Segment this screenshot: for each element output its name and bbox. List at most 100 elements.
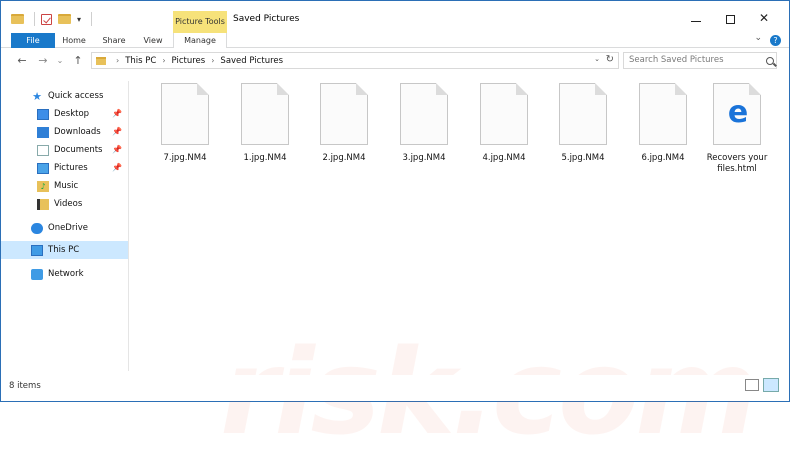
toolbar-divider: [34, 12, 35, 26]
breadcrumb-saved-pictures[interactable]: Saved Pictures: [220, 56, 283, 66]
search-input[interactable]: Search Saved Pictures: [623, 52, 777, 69]
sidebar-item-onedrive[interactable]: OneDrive: [1, 219, 128, 237]
sidebar-item-label: Desktop: [54, 109, 90, 119]
file-item[interactable]: 4.jpg.NM4: [465, 83, 543, 164]
file-name: 6.jpg.NM4: [641, 153, 685, 163]
folder-icon[interactable]: [11, 14, 24, 24]
chevron-right-icon[interactable]: ›: [116, 56, 119, 65]
tab-file[interactable]: File: [11, 33, 55, 48]
sidebar-item-label: OneDrive: [48, 223, 88, 233]
file-name: 4.jpg.NM4: [482, 153, 526, 163]
pin-icon[interactable]: 📌: [112, 123, 122, 141]
sidebar-item-network[interactable]: Network: [1, 265, 128, 283]
cloud-icon: [31, 222, 43, 234]
pin-icon[interactable]: 📌: [112, 159, 122, 177]
sidebar-item-desktop[interactable]: Desktop 📌: [1, 105, 128, 123]
title-bar: ▾ Picture Tools Saved Pictures ✕: [1, 1, 789, 33]
edge-logo-icon: e: [727, 95, 749, 130]
sidebar-item-label: Downloads: [54, 127, 101, 137]
tab-home[interactable]: Home: [55, 33, 93, 48]
search-icon[interactable]: [766, 57, 774, 65]
recent-locations-chevron-icon[interactable]: ⌄: [53, 53, 67, 69]
documents-icon: [37, 144, 49, 156]
downloads-icon: [37, 126, 49, 138]
sidebar-item-label: Videos: [54, 199, 83, 209]
folder-icon: [96, 56, 106, 65]
file-item[interactable]: 6.jpg.NM4: [624, 83, 702, 164]
ribbon-tabs: File Home Share View Manage ⌄ ?: [1, 33, 789, 48]
sidebar-item-label: Network: [48, 269, 84, 279]
close-icon: ✕: [758, 11, 770, 25]
desktop-icon: [37, 108, 49, 120]
up-arrow-icon[interactable]: ↑: [71, 53, 85, 69]
network-icon: [31, 268, 43, 280]
file-name: 3.jpg.NM4: [402, 153, 446, 163]
help-icon[interactable]: ?: [770, 35, 781, 46]
picture-tools-label: Picture Tools: [173, 11, 227, 33]
tab-view[interactable]: View: [135, 33, 171, 48]
blank-file-icon: [480, 83, 528, 145]
file-item[interactable]: 2.jpg.NM4: [305, 83, 383, 164]
sidebar-item-music[interactable]: ♪ Music: [1, 177, 128, 195]
file-name: 5.jpg.NM4: [561, 153, 605, 163]
star-icon: ★: [32, 89, 42, 103]
item-count: 8 items: [9, 381, 41, 391]
pin-icon[interactable]: 📌: [112, 141, 122, 159]
file-name: 2.jpg.NM4: [322, 153, 366, 163]
file-item[interactable]: 1.jpg.NM4: [226, 83, 304, 164]
music-icon: ♪: [37, 180, 49, 192]
navigation-bar: ← → ⌄ ↑ › This PC › Pictures › Saved Pic…: [1, 49, 789, 73]
tab-share[interactable]: Share: [95, 33, 133, 48]
file-item[interactable]: 5.jpg.NM4: [544, 83, 622, 164]
forward-arrow-icon[interactable]: →: [36, 53, 50, 69]
explorer-window: PC ▾ Picture Tools Saved Pictures ✕ File…: [0, 0, 790, 461]
maximize-icon: [725, 15, 735, 24]
sidebar-item-label: Quick access: [48, 91, 104, 101]
address-bar[interactable]: › This PC › Pictures › Saved Pictures ⌄ …: [91, 52, 619, 69]
sidebar-item-this-pc[interactable]: This PC: [1, 241, 128, 259]
file-item[interactable]: 3.jpg.NM4: [385, 83, 463, 164]
file-item[interactable]: e Recovers your files.html: [697, 83, 777, 175]
file-name: 7.jpg.NM4: [163, 153, 207, 163]
minimize-icon: [691, 21, 701, 22]
sidebar-item-videos[interactable]: Videos: [1, 195, 128, 213]
pin-icon[interactable]: 📌: [112, 105, 122, 123]
file-item[interactable]: 7.jpg.NM4: [146, 83, 224, 164]
sidebar-item-quick-access[interactable]: ★ Quick access: [1, 87, 128, 105]
sidebar-item-documents[interactable]: Documents 📌: [1, 141, 128, 159]
details-view-icon[interactable]: [745, 379, 759, 391]
expand-ribbon-icon[interactable]: ⌄: [754, 33, 762, 46]
breadcrumb-pictures[interactable]: Pictures: [172, 56, 206, 66]
large-icons-view-icon[interactable]: [763, 378, 779, 392]
status-bar: 8 items: [1, 375, 789, 401]
quick-access-toolbar: ▾: [11, 12, 93, 26]
maximize-button[interactable]: [713, 11, 747, 29]
computer-icon: [31, 244, 43, 256]
blank-file-icon: [400, 83, 448, 145]
address-dropdown-icon[interactable]: ⌄: [594, 55, 600, 63]
sidebar-item-label: Documents: [54, 145, 103, 155]
blank-file-icon: [161, 83, 209, 145]
chevron-right-icon[interactable]: ›: [211, 56, 214, 65]
new-folder-icon[interactable]: [58, 14, 71, 24]
sidebar-item-downloads[interactable]: Downloads 📌: [1, 123, 128, 141]
blank-file-icon: [559, 83, 607, 145]
sidebar-item-label: Pictures: [54, 163, 88, 173]
properties-icon[interactable]: [41, 13, 52, 25]
pictures-icon: [37, 162, 49, 174]
blank-file-icon: [241, 83, 289, 145]
sidebar-item-pictures[interactable]: Pictures 📌: [1, 159, 128, 177]
sidebar-item-label: Music: [54, 181, 79, 191]
back-arrow-icon[interactable]: ←: [15, 53, 29, 69]
edge-html-icon: e: [713, 83, 761, 145]
tab-manage[interactable]: Manage: [173, 33, 227, 48]
breadcrumb-this-pc[interactable]: This PC: [125, 56, 156, 66]
chevron-right-icon[interactable]: ›: [162, 56, 165, 65]
customize-toolbar-dropdown-icon[interactable]: ▾: [77, 15, 81, 24]
refresh-icon[interactable]: ↻: [606, 54, 614, 65]
toolbar-divider: [91, 12, 93, 26]
file-name: Recovers your files.html: [706, 153, 768, 174]
minimize-button[interactable]: [679, 11, 713, 29]
close-button[interactable]: ✕: [747, 11, 781, 29]
sidebar-item-label: This PC: [48, 245, 80, 255]
